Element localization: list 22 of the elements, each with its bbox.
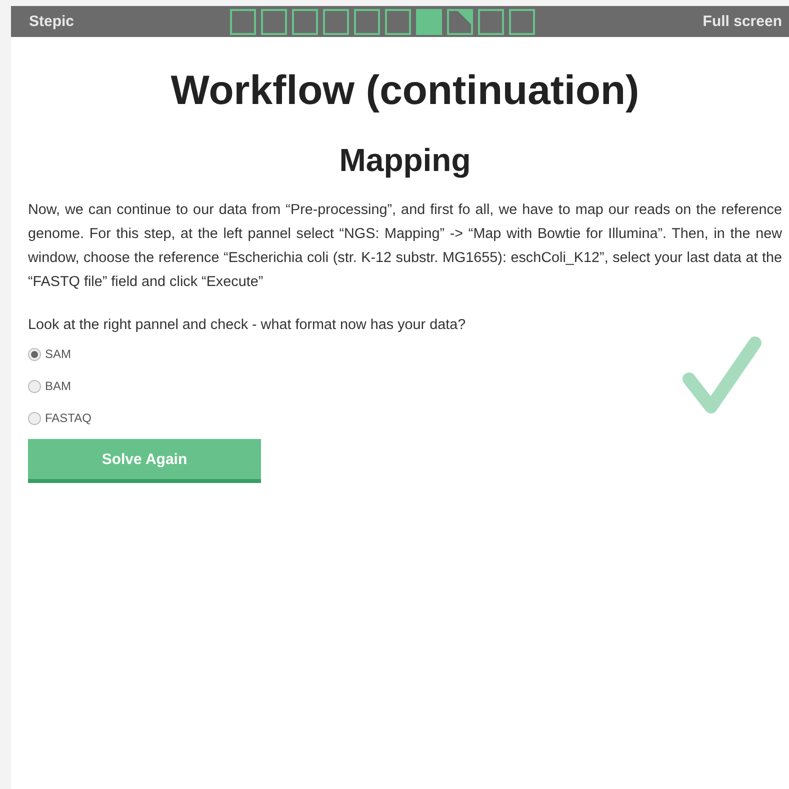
step-button[interactable] (260, 8, 287, 34)
radio-button[interactable] (28, 348, 41, 360)
instructions-text: Now, we can continue to our data from “Pre-processing”, and first fo all, we have to map our reads on the reference genome. For this step, at the left pannel select “NGS: Mapping” -> “Map with Bowtie for Illumina”. Then, in the new window, choose the reference “Escherichia coli (str. K-12 substr. MG1655): eschColi_K12”, select your last data at the “FASTQ file” field and click “Execute” (28, 201, 782, 292)
step-button[interactable] (416, 8, 442, 34)
section-title: Mapping (338, 142, 472, 179)
full-screen-link[interactable]: Full screen (702, 13, 782, 30)
option-label[interactable]: BAM (45, 379, 72, 393)
step-button[interactable] (478, 8, 504, 34)
step-button[interactable] (384, 8, 411, 34)
option-label[interactable]: FASTAQ (45, 411, 92, 425)
question-text: Look at the right pannel and check - what format now has your data? (28, 316, 467, 335)
page-title: Workflow (continuation) (170, 66, 640, 114)
step-button[interactable] (508, 8, 535, 34)
step-button[interactable] (446, 8, 473, 34)
step-button[interactable] (230, 8, 256, 34)
step-button[interactable] (354, 8, 380, 34)
step-button[interactable] (322, 8, 349, 34)
brand-logo[interactable]: Stepic (29, 13, 74, 30)
radio-button[interactable] (28, 380, 41, 392)
step-button[interactable] (292, 8, 318, 34)
radio-button[interactable] (28, 412, 41, 424)
option-label[interactable]: SAM (45, 347, 72, 361)
